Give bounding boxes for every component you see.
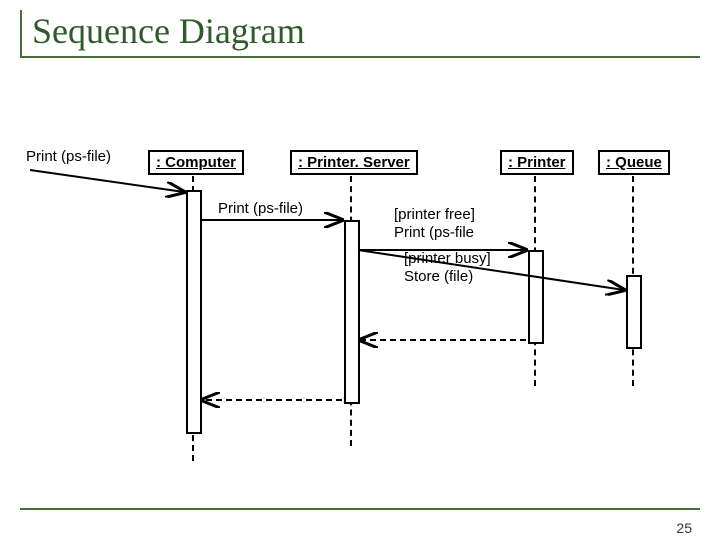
page-title: Sequence Diagram	[32, 10, 700, 52]
title-bar: Sequence Diagram	[20, 10, 700, 58]
footer-rule	[20, 508, 700, 510]
page-number: 25	[676, 520, 692, 536]
arrows-layer	[0, 100, 720, 480]
sequence-diagram: Print (ps-file) : Computer : Printer. Se…	[0, 100, 720, 480]
